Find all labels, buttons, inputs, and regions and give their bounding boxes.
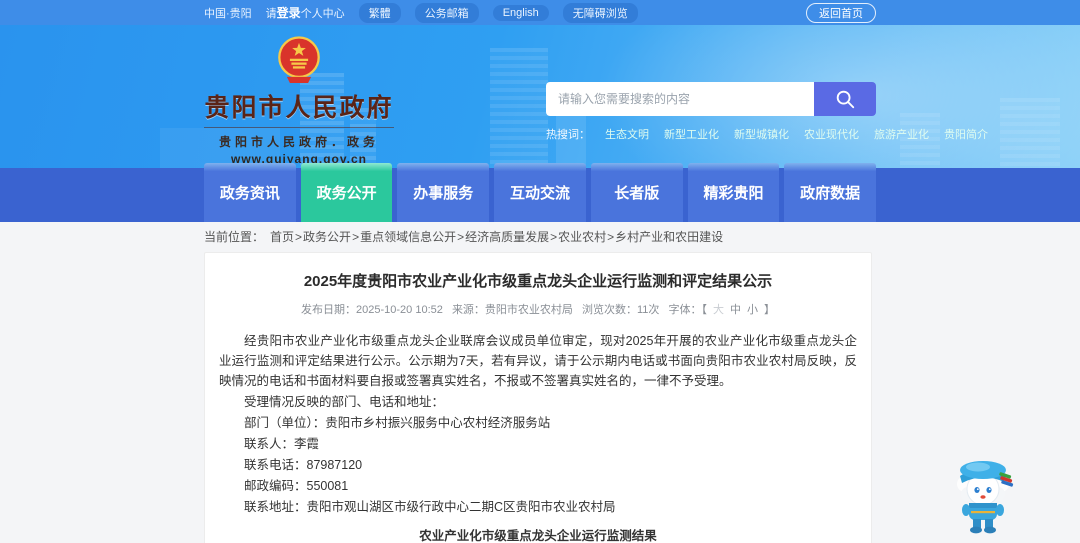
- hot-search-label: 热搜词：: [546, 129, 590, 141]
- nav-tab-政务公开[interactable]: 政务公开: [300, 163, 393, 222]
- breadcrumb-segment[interactable]: 首页: [270, 230, 294, 244]
- hot-search-word[interactable]: 新型工业化: [664, 126, 719, 142]
- return-home-button[interactable]: 返回首页: [806, 2, 876, 23]
- nav-tab-政务资讯[interactable]: 政务资讯: [204, 163, 296, 222]
- hot-search-word[interactable]: 贵阳简介: [944, 126, 988, 142]
- article-paragraph: 联系地址：贵阳市观山湖区市级行政中心二期C区贵阳市农业农村局: [244, 500, 616, 514]
- site-title: 贵阳市人民政府: [204, 88, 394, 128]
- main-navigation: 政务资讯 政务公开 办事服务 互动交流 长者版 精彩贵阳 政府数据: [0, 163, 1080, 222]
- nav-tab-精彩贵阳[interactable]: 精彩贵阳: [687, 163, 780, 222]
- breadcrumb-segment[interactable]: 农业农村: [558, 230, 606, 244]
- topbar-link[interactable]: 中国·贵阳: [204, 5, 252, 21]
- topbar-link[interactable]: 繁體: [358, 2, 401, 23]
- login-link-strong: 登录: [276, 6, 301, 20]
- topbar-link[interactable]: English: [492, 4, 549, 21]
- font-size-option-小[interactable]: 小: [747, 304, 758, 316]
- article-paragraph: 联系电话：87987120: [244, 458, 363, 472]
- font-size-bracket: 】: [763, 304, 775, 316]
- cityscape-building: [1000, 98, 1060, 168]
- search-input[interactable]: [546, 82, 814, 116]
- article-paragraph: 受理情况反映的部门、电话和地址：: [244, 395, 445, 409]
- publish-date: 发布日期：2025-10-20 10:52: [301, 304, 443, 316]
- article-paragraph: 部门（单位）：贵阳市乡村振兴服务中心农村经济服务站: [244, 416, 551, 430]
- font-size-switcher: 大中小: [710, 304, 761, 316]
- topbar-link[interactable]: 请登录个人中心: [266, 4, 345, 21]
- hot-search-list: 生态文明 新型工业化 新型城镇化 农业现代化 旅游产业化 贵阳简介: [605, 126, 988, 142]
- article-paragraph: 联系人：李霞: [244, 437, 320, 451]
- breadcrumb-separator: >: [457, 229, 465, 244]
- article-card: 2025年度贵阳市农业产业化市级重点龙头企业运行监测和评定结果公示 发布日期：2…: [204, 252, 872, 543]
- nav-tab-互动交流[interactable]: 互动交流: [494, 163, 586, 222]
- hot-search-word[interactable]: 农业现代化: [804, 126, 859, 142]
- hot-search-word[interactable]: 旅游产业化: [874, 126, 929, 142]
- top-utility-bar: 中国·贵阳 请登录个人中心 繁體 公务邮箱 English 无障碍浏览 返回首页: [0, 0, 1080, 25]
- nav-tab-长者版[interactable]: 长者版: [590, 163, 683, 222]
- breadcrumb-separator: >: [295, 229, 303, 244]
- table-caption: 农业产业化市级重点龙头企业运行监测结果: [419, 529, 657, 543]
- font-size-label: 字体：【: [668, 304, 707, 316]
- breadcrumb-separator: >: [607, 229, 615, 244]
- font-size-option-中[interactable]: 中: [730, 304, 741, 316]
- search-area: 热搜词： 生态文明新型工业化新型城镇化农业现代化旅游产业化贵阳简介: [546, 25, 988, 168]
- article-meta: 发布日期：2025-10-20 10:52 来源：贵阳市农业农村局 浏览次数：1…: [219, 301, 857, 317]
- breadcrumb-label: 当前位置：: [204, 229, 265, 244]
- search-icon: [836, 90, 855, 109]
- font-size-option-大[interactable]: 大: [713, 304, 724, 316]
- breadcrumb-segment[interactable]: 政务公开: [303, 230, 351, 244]
- nav-tab-政府数据[interactable]: 政府数据: [784, 163, 877, 222]
- mascot-character[interactable]: [948, 452, 1018, 536]
- breadcrumb-separator: >: [352, 229, 360, 244]
- national-emblem-icon: [278, 36, 320, 83]
- hot-search-word[interactable]: 新型城镇化: [734, 126, 789, 142]
- article-body: 经贵阳市农业产业化市级重点龙头企业联席会议成员单位审定，现对2025年开展的农业…: [219, 331, 857, 517]
- site-logo-block: 贵阳市人民政府 贵阳市人民政府．政务 www.guiyang.gov.cn: [204, 25, 394, 168]
- topbar-link[interactable]: 无障碍浏览: [562, 2, 638, 23]
- site-header-banner: 贵阳市人民政府 贵阳市人民政府．政务 www.guiyang.gov.cn 热搜…: [0, 25, 1080, 168]
- breadcrumb-separator: >: [550, 229, 558, 244]
- breadcrumb-segment[interactable]: 经济高质量发展: [465, 230, 549, 244]
- breadcrumb-path: 首页>政务公开>重点领域信息公开>经济高质量发展>农业农村>乡村产业和农田建设: [270, 228, 723, 245]
- search-button[interactable]: [814, 82, 876, 116]
- topbar-link[interactable]: 公务邮箱: [414, 2, 479, 23]
- nav-tab-办事服务[interactable]: 办事服务: [397, 163, 490, 222]
- article-source: 来源：贵阳市农业农村局: [451, 304, 573, 316]
- article-title: 2025年度贵阳市农业产业化市级重点龙头企业运行监测和评定结果公示: [303, 273, 773, 290]
- site-subtitle: 贵阳市人民政府．政务: [218, 135, 379, 149]
- article-paragraph: 经贵阳市农业产业化市级重点龙头企业联席会议成员单位审定，现对2025年开展的农业…: [219, 334, 857, 388]
- breadcrumb-segment[interactable]: 重点领域信息公开: [360, 230, 456, 244]
- breadcrumb-segment[interactable]: 乡村产业和农田建设: [615, 230, 723, 244]
- topbar-links: 中国·贵阳 请登录个人中心 繁體 公务邮箱 English 无障碍浏览: [204, 2, 638, 23]
- hot-search-word[interactable]: 生态文明: [605, 126, 649, 142]
- hot-search-row: 热搜词： 生态文明 新型工业化 新型城镇化 农业现代化 旅游产业化 贵阳简介: [546, 126, 988, 142]
- article-paragraph: 邮政编码：550081: [244, 479, 349, 493]
- breadcrumb: 当前位置： 首页>政务公开>重点领域信息公开>经济高质量发展>农业农村>乡村产业…: [0, 222, 1080, 250]
- view-count: 浏览次数：11次: [582, 304, 660, 316]
